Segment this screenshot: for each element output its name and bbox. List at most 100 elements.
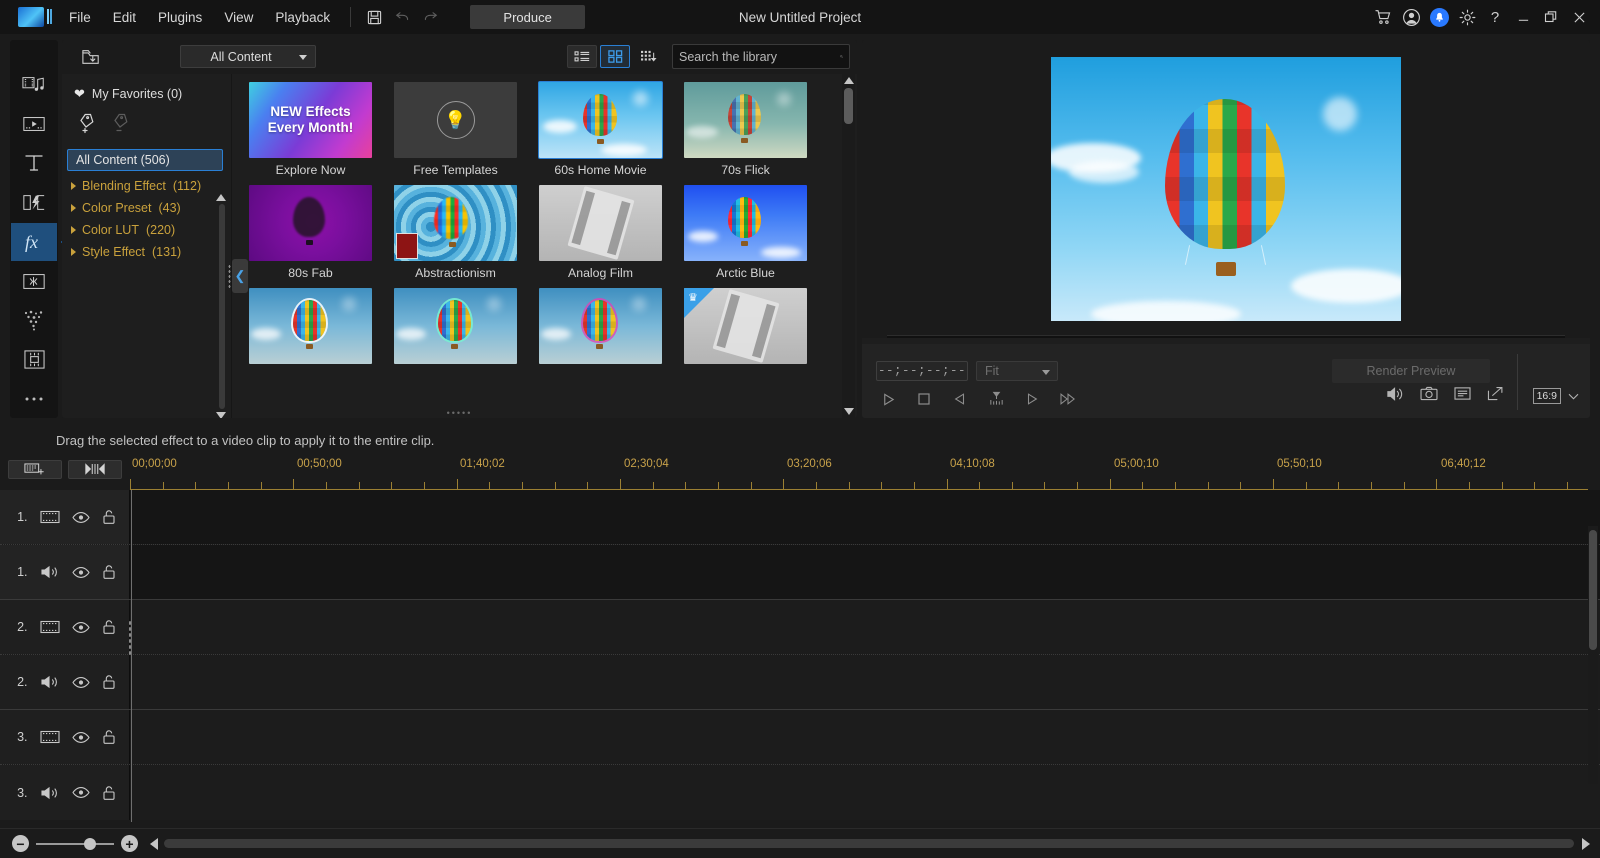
library-item[interactable]: 70s Flick (673, 82, 818, 177)
track-lane[interactable] (130, 600, 1600, 654)
volume-icon[interactable] (1386, 386, 1404, 407)
library-item-thumbnail[interactable]: NEW Effects Every Month! (249, 82, 372, 158)
track-manager-button[interactable] (8, 460, 62, 479)
scrollbar-thumb[interactable] (844, 88, 853, 124)
eye-visible-icon[interactable] (72, 786, 90, 799)
scroll-left-arrow-icon[interactable] (150, 838, 158, 850)
menu-edit[interactable]: Edit (102, 5, 147, 30)
library-item[interactable]: 60s Home Movie (528, 82, 673, 177)
unlocked-icon[interactable] (102, 619, 116, 635)
library-item-thumbnail[interactable] (539, 185, 662, 261)
transition-room-icon[interactable] (11, 184, 57, 221)
aspect-ratio-select[interactable]: 16:9 (1533, 388, 1580, 404)
scroll-up-arrow-icon[interactable] (844, 77, 854, 84)
next-frame-button[interactable] (1018, 388, 1046, 410)
library-item[interactable] (383, 288, 528, 369)
library-item-thumbnail[interactable]: ♛ (684, 288, 807, 364)
undo-icon[interactable] (388, 4, 416, 30)
library-item-thumbnail[interactable] (394, 288, 517, 364)
search-input[interactable] (679, 50, 840, 64)
scroll-up-arrow-icon[interactable] (216, 194, 226, 201)
track-header[interactable]: 3. (0, 710, 130, 764)
library-item[interactable] (238, 288, 383, 369)
cart-icon[interactable] (1370, 4, 1396, 30)
library-item[interactable] (528, 288, 673, 369)
remove-tag-icon[interactable] (112, 112, 136, 139)
search-box[interactable] (672, 44, 850, 69)
library-item[interactable]: ♛ (673, 288, 818, 369)
tree-item-style-effect[interactable]: Style Effect (131) (62, 241, 231, 263)
library-item-thumbnail[interactable] (249, 185, 372, 261)
preview-quality-icon[interactable] (1454, 386, 1471, 407)
stop-button[interactable] (910, 388, 938, 410)
tree-scrollbar[interactable] (216, 194, 227, 418)
settings-gear-icon[interactable] (1454, 4, 1480, 30)
tree-item-all-content[interactable]: All Content (506) (67, 149, 223, 171)
title-room-icon[interactable] (11, 145, 57, 182)
produce-button[interactable]: Produce (470, 5, 585, 29)
list-view-toggle[interactable] (567, 45, 597, 68)
eye-visible-icon[interactable] (72, 731, 90, 744)
library-item-thumbnail[interactable] (684, 82, 807, 158)
library-item[interactable]: Arctic Blue (673, 185, 818, 280)
restore-icon[interactable] (1538, 4, 1564, 30)
library-item-thumbnail[interactable] (539, 82, 662, 158)
library-item-thumbnail[interactable] (539, 288, 662, 364)
eye-visible-icon[interactable] (72, 566, 90, 579)
overlay-room-icon[interactable] (11, 263, 57, 300)
track-lane[interactable] (130, 765, 1600, 820)
track-lane[interactable] (130, 545, 1600, 599)
eye-visible-icon[interactable] (72, 676, 90, 689)
close-icon[interactable] (1566, 4, 1592, 30)
content-filter-select[interactable]: All Content (180, 45, 316, 68)
library-item-thumbnail[interactable] (684, 185, 807, 261)
sort-order-toggle[interactable] (633, 45, 663, 68)
track-header[interactable]: 2. (0, 655, 130, 709)
timeline-track-row[interactable]: 3. (0, 710, 1600, 765)
search-icon[interactable] (840, 49, 843, 64)
snapshot-camera-icon[interactable] (1420, 386, 1438, 407)
zoom-in-icon[interactable]: + (121, 835, 138, 852)
menu-file[interactable]: File (58, 5, 102, 30)
library-item[interactable]: 💡 Free Templates (383, 82, 528, 177)
timeline-track-row[interactable]: 1. (0, 545, 1600, 600)
library-resize-grip[interactable]: ••••• (62, 409, 857, 417)
unlocked-icon[interactable] (102, 674, 116, 690)
menu-view[interactable]: View (213, 5, 264, 30)
snap-to-clip-button[interactable] (68, 460, 122, 479)
library-item-thumbnail[interactable]: 💡 (394, 82, 517, 158)
plugin-room-icon[interactable] (11, 341, 57, 378)
unlocked-icon[interactable] (102, 785, 116, 801)
tree-item-color-lut[interactable]: Color LUT (220) (62, 219, 231, 241)
timeline-track-row[interactable]: 2. (0, 655, 1600, 710)
account-icon[interactable] (1398, 4, 1424, 30)
library-item[interactable]: NEW Effects Every Month! Explore Now (238, 82, 383, 177)
playhead[interactable] (131, 490, 132, 822)
preview-fit-select[interactable]: Fit (976, 361, 1058, 381)
fast-forward-button[interactable] (1054, 388, 1082, 410)
effect-room-icon[interactable]: fx (11, 223, 57, 260)
more-rooms-icon[interactable] (11, 381, 57, 418)
unlocked-icon[interactable] (102, 509, 116, 525)
particle-room-icon[interactable] (11, 302, 57, 339)
timecode-display[interactable]: --;--;--;-- (876, 361, 968, 381)
chevron-down-icon[interactable] (1567, 392, 1580, 401)
unlocked-icon[interactable] (102, 564, 116, 580)
scroll-right-arrow-icon[interactable] (1582, 838, 1590, 850)
preview-video[interactable] (1051, 57, 1401, 321)
import-media-icon[interactable] (76, 44, 106, 70)
help-icon[interactable]: ? (1482, 4, 1508, 30)
menu-playback[interactable]: Playback (264, 5, 341, 30)
library-item-thumbnail[interactable] (249, 288, 372, 364)
save-icon[interactable] (360, 4, 388, 30)
my-favorites-row[interactable]: ❤ My Favorites (0) (62, 84, 231, 104)
menu-plugins[interactable]: Plugins (147, 5, 213, 30)
track-lane[interactable] (130, 490, 1600, 544)
library-grid-scrollbar[interactable] (842, 74, 855, 418)
eye-visible-icon[interactable] (72, 511, 90, 524)
track-header[interactable]: 1. (0, 490, 130, 544)
library-item-thumbnail[interactable] (394, 185, 517, 261)
timeline-ruler[interactable]: 00;00;00 00;50;00 01;40;02 02;30;04 03;2… (130, 456, 1588, 490)
eye-visible-icon[interactable] (72, 621, 90, 634)
popout-preview-icon[interactable] (1487, 386, 1504, 407)
